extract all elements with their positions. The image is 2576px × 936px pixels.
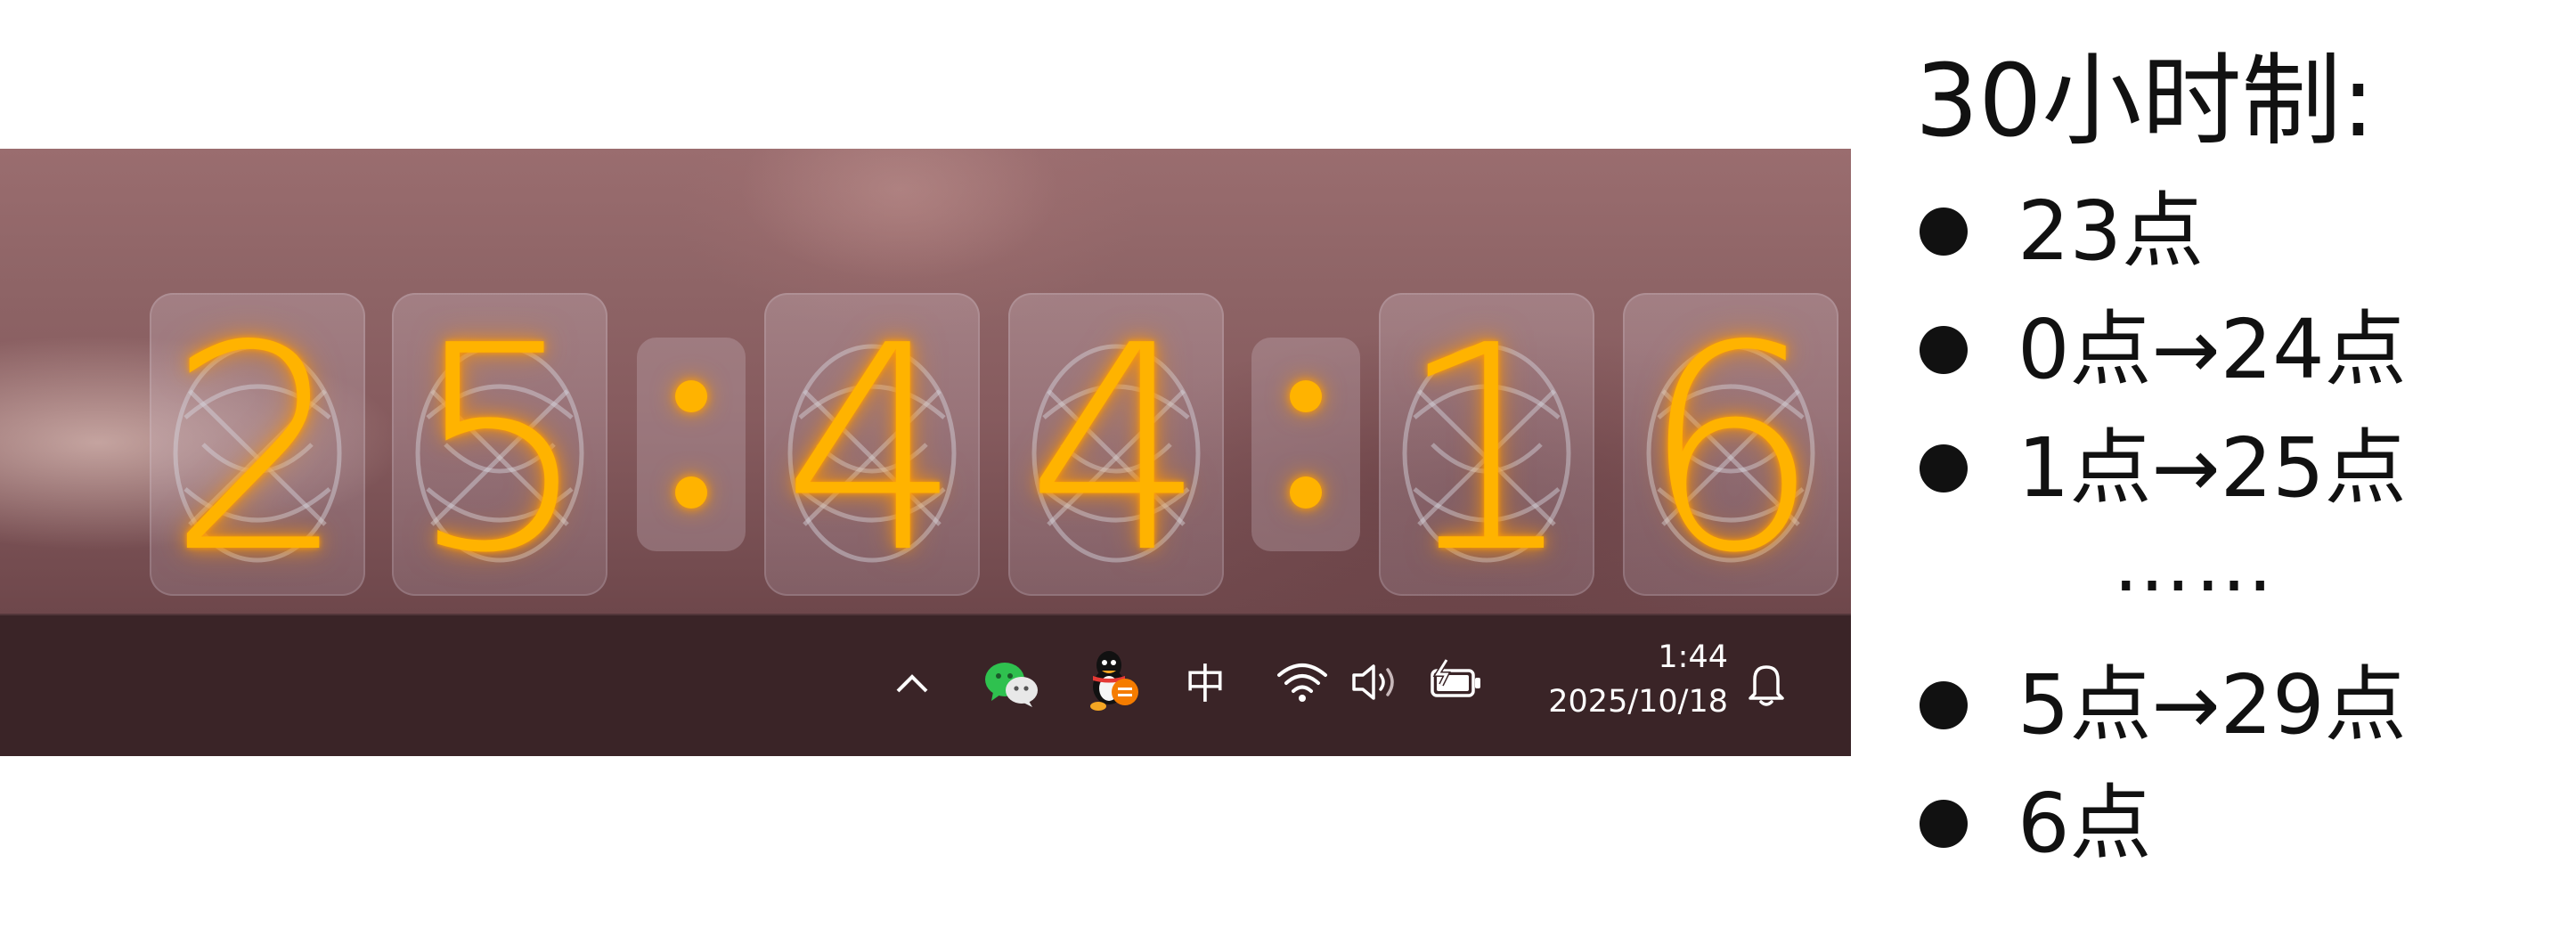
taskbar-time: 1:44 xyxy=(1658,639,1728,675)
list-item: 6点 xyxy=(1920,766,2152,882)
nixie-tube-second-tens: 1 xyxy=(1379,293,1594,596)
input-method-icon[interactable]: 中 xyxy=(1174,649,1236,713)
list-item: 23点 xyxy=(1920,174,2204,289)
colon-dot xyxy=(1290,476,1322,509)
bullet-icon xyxy=(1920,681,1968,729)
desktop-screenshot: 2 5 4 4 1 6 中 1:44 2025/10/18 xyxy=(0,149,1851,756)
nixie-tube-second-ones: 6 xyxy=(1623,293,1838,596)
bullet-icon xyxy=(1920,444,1968,492)
nixie-digit: 5 xyxy=(409,285,591,615)
bullet-icon xyxy=(1920,208,1968,256)
battery-charging-icon[interactable] xyxy=(1425,655,1488,708)
nixie-tube-minute-tens: 4 xyxy=(764,293,980,596)
list-item-text: 5点→29点 xyxy=(2018,657,2407,753)
list-item-text: 1点→25点 xyxy=(2018,420,2407,516)
list-item-text: 0点→24点 xyxy=(2018,302,2407,397)
bullet-icon xyxy=(1920,800,1968,848)
nixie-digit: 4 xyxy=(1025,285,1207,615)
colon-dot xyxy=(675,380,707,412)
taskbar-clock[interactable]: 1:44 2025/10/18 xyxy=(1514,635,1728,742)
wallpaper-lamp-glow xyxy=(739,149,1060,282)
nixie-tube-hour-ones: 5 xyxy=(392,293,607,596)
nixie-tube-hour-tens: 2 xyxy=(150,293,365,596)
list-item-text: 6点 xyxy=(2018,776,2152,871)
volume-icon[interactable] xyxy=(1347,656,1406,708)
notes-title: 30小时制: xyxy=(1915,44,2376,159)
wechat-icon[interactable] xyxy=(980,655,1042,712)
taskbar-date: 2025/10/18 xyxy=(1548,684,1728,720)
nixie-colon-2 xyxy=(1251,338,1360,551)
chevron-up-icon[interactable] xyxy=(887,658,937,708)
taskbar: 中 1:44 2025/10/18 xyxy=(0,614,1851,756)
colon-dot xyxy=(675,476,707,509)
list-item-text: 23点 xyxy=(2018,183,2205,279)
nixie-digit: 2 xyxy=(167,285,348,615)
notification-bell-icon[interactable] xyxy=(1737,655,1796,713)
qq-icon[interactable] xyxy=(1082,647,1145,715)
bullet-icon xyxy=(1920,326,1968,374)
nixie-colon-1 xyxy=(637,338,746,551)
list-ellipsis: …… xyxy=(2113,517,2277,609)
nixie-digit: 4 xyxy=(781,285,963,615)
list-item: 5点→29点 xyxy=(1920,647,2407,763)
colon-dot xyxy=(1290,380,1322,412)
list-item: 1点→25点 xyxy=(1920,411,2407,526)
wifi-icon[interactable] xyxy=(1274,656,1331,708)
nixie-digit: 6 xyxy=(1640,285,1822,615)
nixie-tube-minute-ones: 4 xyxy=(1008,293,1224,596)
nixie-digit: 1 xyxy=(1396,285,1577,615)
list-item: 0点→24点 xyxy=(1920,292,2407,408)
